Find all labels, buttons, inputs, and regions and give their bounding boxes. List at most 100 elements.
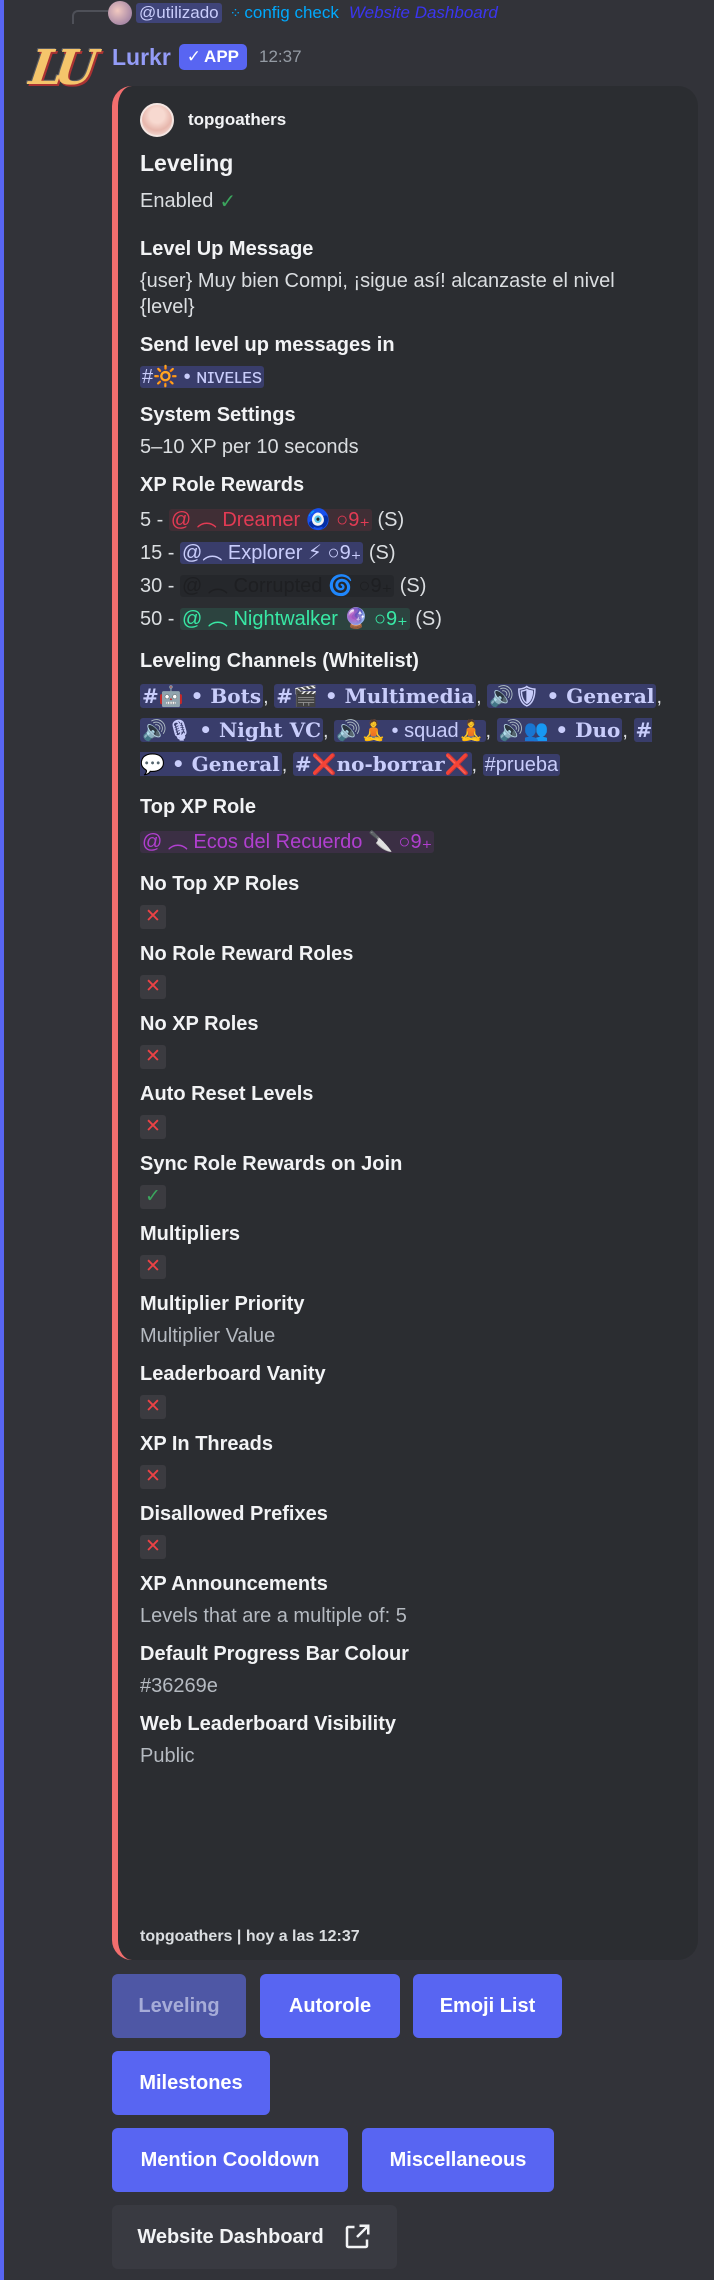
field-name: Auto Reset Levels	[140, 1083, 314, 1105]
reward-level: 5 -	[140, 509, 169, 531]
reply-link[interactable]: Website Dashboard	[349, 3, 498, 23]
role-mention-nightwalker[interactable]: @ ︵ Nightwalker 🔮 ○9₊	[180, 608, 410, 630]
field-web-leaderboard-visibility: Web Leaderboard Visibility Public	[140, 1711, 674, 1769]
website-dashboard-button[interactable]: Website Dashboard	[112, 2205, 397, 2269]
field-multiplier-priority: Multiplier Priority Multiplier Value	[140, 1291, 674, 1349]
field-name: Default Progress Bar Colour	[140, 1643, 409, 1665]
check-icon: ✓	[140, 1185, 166, 1209]
bot-name[interactable]: Lurkr	[112, 44, 171, 71]
channel-mention[interactable]: 🔊🎙 • Night VC	[140, 718, 324, 742]
channel-mention[interactable]: 🔊👥 • Duo	[496, 718, 623, 742]
message-timestamp[interactable]: 12:37	[259, 47, 302, 67]
field-name: Sync Role Rewards on Join	[140, 1153, 403, 1175]
autorole-button[interactable]: Autorole	[260, 1974, 400, 2038]
reward-suffix: (S)	[363, 542, 396, 564]
milestones-button[interactable]: Milestones	[112, 2051, 270, 2115]
role-mention-ecos[interactable]: @ ︵ Ecos del Recuerdo 🔪 ○9₊	[140, 831, 435, 853]
website-dashboard-label: Website Dashboard	[137, 2225, 324, 2248]
field-leveling-channels: Leveling Channels (Whitelist) #🤖 • Bots,…	[140, 648, 674, 782]
field-name: Level Up Message	[140, 238, 314, 260]
cross-icon: ✕	[140, 1255, 166, 1279]
field-system-settings: System Settings 5–10 XP per 10 seconds	[140, 402, 674, 460]
author-name: topgoathers	[188, 110, 287, 129]
field-name: Leaderboard Vanity	[140, 1363, 326, 1385]
embed-card: topgoathers Leveling Enabled ✓ Level Up …	[112, 86, 698, 1960]
bot-logo: LU	[26, 40, 95, 96]
verified-check-icon: ✓	[186, 47, 202, 66]
reply-preview[interactable]: @utilizado ⁘ config check Website Dashboa…	[108, 0, 498, 26]
message-header: Lurkr ✓ APP 12:37	[112, 40, 302, 74]
field-value: {user} Muy bien Compi, ¡sigue así! alcan…	[140, 270, 615, 318]
highlight-bar	[0, 0, 4, 2280]
channel-list: #🤖 • Bots, #🎬 • Multimedia, 🔊🛡 • General…	[140, 684, 663, 776]
reward-suffix: (S)	[371, 509, 405, 531]
cross-icon: ✕	[140, 1465, 166, 1489]
field-value: #36269e	[140, 1675, 218, 1697]
field-leaderboard-vanity: Leaderboard Vanity ✕	[140, 1361, 674, 1419]
field-role-rewards: XP Role Rewards 5 - @ ︵ Dreamer 🧿 ○9₊ (S…	[140, 472, 674, 636]
mention-cooldown-button[interactable]: Mention Cooldown	[112, 2128, 348, 2192]
role-mention-dreamer[interactable]: @ ︵ Dreamer 🧿 ○9₊	[168, 509, 372, 531]
channel-mention[interactable]: #🔆 • ɴɪᴠᴇʟᴇs	[140, 366, 264, 388]
miscellaneous-button[interactable]: Miscellaneous	[362, 2128, 554, 2192]
cross-icon: ✕	[140, 1115, 166, 1139]
reply-command-label: config check	[244, 3, 339, 22]
field-name: System Settings	[140, 404, 296, 426]
reward-level: 15 -	[140, 542, 181, 564]
reward-suffix: (S)	[394, 575, 427, 597]
field-sync-role-rewards: Sync Role Rewards on Join ✓	[140, 1151, 674, 1209]
field-value: Multiplier Value	[140, 1325, 276, 1347]
reply-user-mention[interactable]: @utilizado	[136, 3, 222, 23]
app-tag: ✓ APP	[178, 44, 248, 70]
field-xp-announcements: XP Announcements Levels that are a multi…	[140, 1571, 674, 1629]
field-no-top-roles: No Top XP Roles ✕	[140, 871, 674, 929]
emoji-list-button[interactable]: Emoji List	[413, 1974, 562, 2038]
reply-command[interactable]: ⁘ config check	[230, 3, 339, 23]
role-reward-row: 15 - @︵ Explorer ⚡ ○9₊ (S)	[140, 537, 674, 570]
slash-command-icon: ⁘	[229, 4, 242, 21]
field-name: Disallowed Prefixes	[140, 1503, 328, 1525]
field-name: XP Role Rewards	[140, 474, 305, 496]
cross-icon: ✕	[140, 975, 166, 999]
reward-level: 30 -	[140, 575, 181, 597]
bot-avatar[interactable]: LU	[26, 40, 95, 104]
channel-mention[interactable]: #🤖 • Bots	[140, 684, 264, 708]
channel-mention[interactable]: 🔊🛡 • General	[487, 684, 657, 708]
check-icon: ✓	[219, 191, 237, 213]
app-tag-label: APP	[204, 47, 240, 66]
reward-level: 50 -	[140, 608, 181, 630]
reply-connector	[72, 10, 108, 24]
field-name: Web Leaderboard Visibility	[140, 1713, 396, 1735]
channel-mention[interactable]: #prueba	[482, 754, 561, 776]
channel-mention[interactable]: #❌no-borrar❌	[292, 752, 472, 776]
field-name: Multipliers	[140, 1223, 241, 1245]
author-avatar	[140, 103, 174, 137]
field-name: Send level up messages in	[140, 334, 395, 356]
cross-icon: ✕	[140, 905, 166, 929]
role-reward-row: 50 - @ ︵ Nightwalker 🔮 ○9₊ (S)	[140, 603, 674, 636]
embed-title: Leveling	[140, 150, 234, 176]
field-top-role: Top XP Role @ ︵ Ecos del Recuerdo 🔪 ○9₊	[140, 794, 674, 859]
external-link-icon	[345, 2224, 370, 2249]
role-mention-corrupted[interactable]: @ ︵ Corrupted 🌀 ○9₊	[180, 575, 395, 597]
leveling-button[interactable]: Leveling	[112, 1974, 246, 2038]
cross-icon: ✕	[140, 1395, 166, 1419]
field-name: XP Announcements	[140, 1573, 328, 1595]
field-no-xp-roles: No XP Roles ✕	[140, 1011, 674, 1069]
field-auto-reset: Auto Reset Levels ✕	[140, 1081, 674, 1139]
field-value: Levels that are a multiple of: 5	[140, 1605, 407, 1627]
field-name: Leveling Channels (Whitelist)	[140, 650, 419, 672]
enabled-label: Enabled	[140, 190, 214, 212]
channel-mention[interactable]: 🔊🧘 • squad🧘	[334, 720, 486, 742]
field-name: No Role Reward Roles	[140, 943, 354, 965]
reply-avatar[interactable]	[108, 1, 132, 25]
field-disallowed-prefixes: Disallowed Prefixes ✕	[140, 1501, 674, 1559]
field-value: Public	[140, 1745, 195, 1767]
field-name: No XP Roles	[140, 1013, 259, 1035]
role-reward-row: 5 - @ ︵ Dreamer 🧿 ○9₊ (S)	[140, 504, 674, 537]
field-level-up-message: Level Up Message {user} Muy bien Compi, …	[140, 236, 674, 320]
role-mention-explorer[interactable]: @︵ Explorer ⚡ ○9₊	[180, 542, 364, 564]
field-name: Top XP Role	[140, 796, 256, 818]
channel-mention[interactable]: #🎬 • Multimedia	[274, 684, 477, 708]
cross-icon: ✕	[140, 1045, 166, 1069]
